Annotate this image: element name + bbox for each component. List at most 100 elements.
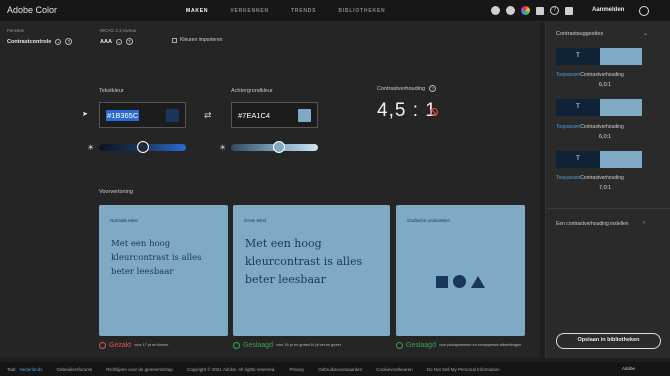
footer-link-forums[interactable]: Gebruikersforums	[57, 367, 93, 372]
check-icon	[233, 342, 240, 349]
suggestion-caption: ToepassenContrastverhouding	[556, 175, 624, 181]
chevron-down-icon[interactable]: ⌄	[643, 30, 648, 37]
nav-trends[interactable]: TRENDS	[291, 8, 316, 14]
background-slider-knob[interactable]	[272, 141, 285, 153]
suggestions-title: Contrastsuggesties	[556, 31, 604, 37]
text-color-hex[interactable]: #1B365C	[106, 109, 140, 121]
contrast-ratio-label: Contrastverhouding	[377, 85, 426, 92]
functions-value: Contrastcontrole	[7, 38, 52, 45]
preview-label: Voorvertoning	[99, 189, 133, 195]
main-nav: MAKEN VERKENNEN TRENDS BIBLIOTHEKEN	[186, 8, 385, 14]
background-color-hex[interactable]: #7EA1C4	[238, 111, 270, 120]
suggestion-label: Contrastverhouding	[580, 175, 624, 181]
status-normal: Gezakt voor 17 pt en kleiner	[99, 342, 169, 349]
adobe-logo: Adobe	[622, 366, 636, 371]
apply-link[interactable]: Toepassen	[556, 72, 580, 78]
cursor-icon: ➤	[82, 111, 88, 118]
check-icon	[396, 342, 403, 349]
suggestion-ratio: 6,0:1	[599, 134, 612, 140]
suggestion-sample: T	[556, 151, 600, 168]
chevron-down-icon: ⌄	[55, 38, 62, 45]
nav-verkennen[interactable]: VERKENNEN	[230, 8, 269, 14]
functions-dropdown[interactable]: Contrastcontrole ⌄ ?	[7, 38, 73, 45]
top-bar: Adobe Color MAKEN VERKENNEN TRENDS BIBLI…	[0, 0, 670, 22]
fail-icon	[430, 108, 438, 116]
settings-icon[interactable]	[491, 6, 500, 15]
wcag-value: AAA	[100, 38, 112, 45]
status-note: voor 18 pt en groter/14 pt vet en groter	[275, 343, 341, 347]
color-wheel-icon[interactable]	[521, 6, 530, 15]
footer-link-guidelines[interactable]: Richtlijnen voor de gemeenschap	[106, 367, 173, 372]
suggestion-label: Contrastverhouding	[580, 72, 624, 78]
import-icon	[172, 37, 177, 43]
status-note: voor pictogrammen en scheppende afbeeldi…	[438, 343, 522, 347]
import-colors-button[interactable]: Kleuren importeren	[172, 37, 223, 43]
footer-copyright: Copyright © 2021 Adobe. All rights reser…	[186, 366, 276, 372]
footer-link-cookies[interactable]: Cookievoorkeuren	[376, 367, 413, 372]
suggestion-sample: T	[556, 99, 600, 116]
preview-card-graphics: Grafische onderdelen	[396, 205, 525, 336]
suggestion-swatch[interactable]: T	[556, 99, 642, 116]
apply-link[interactable]: Toepassen	[556, 175, 580, 181]
help-icon[interactable]: ?	[65, 38, 73, 45]
footer-link-terms[interactable]: Gebruiksvoorwaarden	[318, 367, 362, 372]
language-selector[interactable]: Nederlands	[20, 367, 43, 372]
creative-cloud-icon[interactable]	[639, 6, 649, 16]
text-color-label: Tekstkleur	[99, 88, 124, 94]
circle-icon	[453, 275, 466, 288]
nav-bibliotheken[interactable]: BIBLIOTHEKEN	[338, 8, 385, 14]
suggestion-swatch[interactable]: T	[556, 48, 642, 65]
suggestion-ratio: 6,0:1	[599, 82, 612, 88]
signin-link[interactable]: Aanmelden	[592, 7, 624, 13]
preview-card-normal: Normale tekst Met een hoog kleurcontrast…	[99, 205, 228, 336]
background-color-swatch[interactable]	[298, 108, 311, 122]
brightness-icon[interactable]	[506, 6, 515, 15]
preview-text: Met een hoog kleurcontrast is alles bete…	[111, 239, 202, 277]
functions-label: Functies	[7, 28, 25, 33]
apply-link[interactable]: Toepassen	[556, 124, 580, 130]
suggestion-sample: T	[556, 48, 600, 65]
status-label: Gezakt	[109, 342, 132, 349]
suggestion-ratio: 7,0:1	[599, 185, 612, 191]
suggestion-caption: ToepassenContrastverhouding	[556, 72, 624, 78]
apps-icon[interactable]	[536, 6, 544, 15]
main-workspace: Functies Contrastcontrole ⌄ ? WCAG 2.1-n…	[0, 22, 540, 358]
help-icon[interactable]: ?	[429, 85, 437, 92]
card-caption: Grafische onderdelen	[407, 218, 451, 223]
app-title: Adobe Color	[7, 5, 58, 15]
nav-maken[interactable]: MAKEN	[186, 8, 208, 14]
footer-link-privacy[interactable]: Privacy	[289, 367, 304, 372]
status-note: voor 17 pt en kleiner	[134, 343, 169, 347]
status-label: Geslaagd	[243, 342, 273, 349]
suggestion-caption: ToepassenContrastverhouding	[556, 124, 624, 130]
card-caption: Normale tekst	[110, 218, 138, 223]
help-icon[interactable]: ?	[550, 6, 559, 15]
divider	[546, 208, 670, 209]
status-large: Geslaagd voor 18 pt en groter/14 pt vet …	[233, 342, 341, 349]
set-contrast-ratio-link[interactable]: Een contrastverhouding instellen	[556, 221, 629, 227]
help-icon[interactable]: ?	[125, 38, 133, 45]
top-icon-group: ?	[491, 6, 573, 15]
footer-link-donotsell[interactable]: Do Not Sell My Personal Information	[427, 367, 500, 372]
preview-card-large: Grote tekst Met een hoog kleurcontrast i…	[233, 205, 390, 336]
fail-icon	[99, 342, 106, 349]
text-color-swatch[interactable]	[166, 108, 179, 122]
contrast-ratio-heading: Contrastverhouding ?	[377, 85, 437, 92]
suggestion-light	[600, 48, 642, 65]
chevron-right-icon[interactable]: ›	[643, 220, 645, 226]
background-color-field[interactable]: #7EA1C4	[231, 102, 318, 128]
square-icon	[436, 275, 448, 288]
suggestion-light	[600, 151, 642, 168]
swap-colors-icon[interactable]: ⇄	[204, 110, 212, 121]
status-graphics: Geslaagd voor pictogrammen en scheppende…	[396, 342, 523, 349]
wcag-dropdown[interactable]: AAA ⌄ ?	[100, 38, 133, 45]
language-label: Taal:	[7, 366, 17, 372]
text-slider-knob[interactable]	[136, 141, 149, 153]
status-label: Geslaagd	[406, 342, 436, 349]
brightness-icon: ☀	[87, 143, 95, 152]
save-to-library-button[interactable]: Opslaan in bibliotheken	[556, 333, 661, 349]
card-caption: Grote tekst	[244, 218, 267, 223]
text-color-field[interactable]: #1B365C	[99, 102, 186, 128]
chat-icon[interactable]	[565, 6, 573, 15]
suggestion-swatch[interactable]: T	[556, 151, 642, 168]
